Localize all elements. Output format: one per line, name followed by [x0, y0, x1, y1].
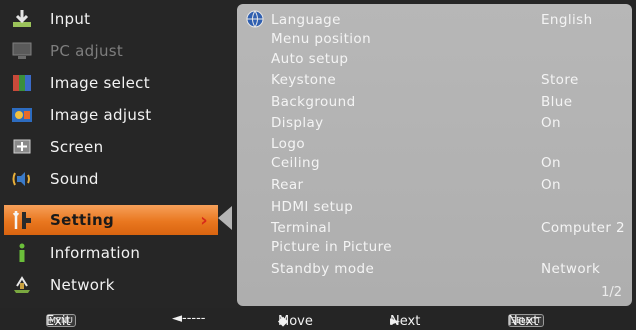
menu-item-screen[interactable]: Screen [4, 132, 232, 162]
setting-row-standby-mode[interactable]: Standby mode Network [271, 260, 626, 278]
setting-row-background[interactable]: Background Blue [271, 93, 626, 111]
menu-item-image-adjust[interactable]: Image adjust [4, 100, 232, 130]
setting-row-terminal[interactable]: Terminal Computer 2 [271, 219, 626, 237]
back-arrow-hint: ◄----- [172, 311, 206, 326]
menu-item-label: Image select [50, 74, 150, 92]
menu-item-label: Setting [50, 211, 114, 229]
move-label: Move [278, 314, 313, 329]
menu-item-label: Network [50, 276, 115, 294]
menu-item-setting[interactable]: Setting › [4, 205, 218, 235]
setting-row-menu-position[interactable]: Menu position [271, 30, 626, 48]
setting-row-keystone[interactable]: Keystone Store [271, 71, 626, 89]
menu-item-pc-adjust: PC adjust [4, 36, 232, 66]
select-next-label: Next [508, 314, 539, 329]
menu-item-input[interactable]: Input [4, 4, 232, 34]
menu-item-label: Information [50, 244, 141, 262]
menu-item-label: PC adjust [50, 42, 124, 60]
information-icon [10, 242, 34, 264]
submenu-pointer [218, 206, 232, 230]
setting-row-hdmi-setup[interactable]: HDMI setup [271, 198, 626, 216]
menu-item-label: Screen [50, 138, 104, 156]
sound-icon [10, 168, 34, 190]
menu-item-label: Input [50, 10, 91, 28]
language-globe-icon [246, 10, 264, 28]
network-icon [10, 274, 34, 296]
menu-item-network[interactable]: Network [4, 270, 232, 300]
menu-item-label: Image adjust [50, 106, 152, 124]
setting-row-picture-in-picture[interactable]: Picture in Picture [271, 238, 626, 256]
pc-adjust-icon [10, 40, 34, 62]
setting-row-auto-setup[interactable]: Auto setup [271, 50, 626, 68]
menu-item-sound[interactable]: Sound [4, 164, 232, 194]
setting-row-logo[interactable]: Logo [271, 135, 626, 153]
image-select-icon [10, 72, 34, 94]
help-bar: MENU Exit ◄----- ◆ Move ► Next SELECT Next [0, 308, 636, 330]
setting-icon [10, 209, 34, 231]
selected-arrow-icon: › [200, 210, 208, 231]
main-menu: Input PC adjust Image select Image adjus… [4, 4, 232, 306]
settings-panel: Language English Menu position Auto setu… [237, 4, 632, 306]
menu-item-information[interactable]: Information [4, 238, 232, 268]
page-indicator: 1/2 [601, 285, 622, 300]
input-icon [10, 8, 34, 30]
next-label: Next [390, 314, 421, 329]
setting-row-language[interactable]: Language English [271, 11, 626, 29]
menu-item-image-select[interactable]: Image select [4, 68, 232, 98]
exit-label: Exit [46, 314, 71, 329]
projector-osd-menu: Input PC adjust Image select Image adjus… [0, 0, 636, 330]
setting-row-display[interactable]: Display On [271, 114, 626, 132]
screen-icon [10, 136, 34, 158]
image-adjust-icon [10, 104, 34, 126]
menu-item-label: Sound [50, 170, 99, 188]
setting-row-ceiling[interactable]: Ceiling On [271, 154, 626, 172]
setting-row-rear[interactable]: Rear On [271, 176, 626, 194]
